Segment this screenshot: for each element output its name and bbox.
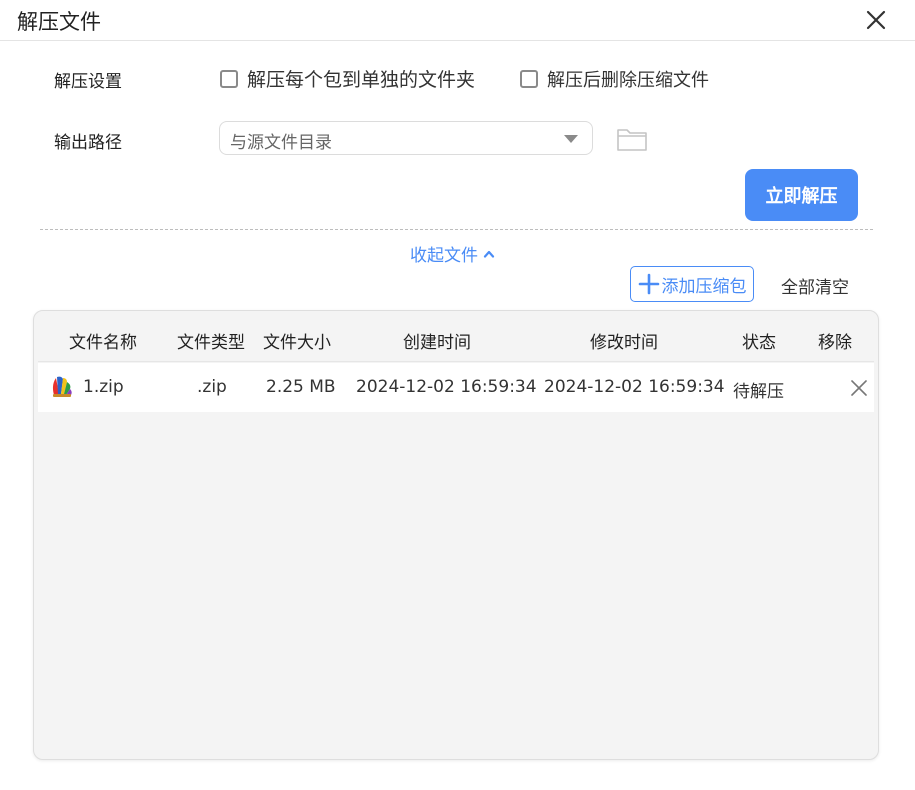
separate-folder-checkbox[interactable]: 解压每个包到单独的文件夹	[220, 65, 475, 92]
cell-modified: 2024-12-02 16:59:34	[544, 377, 725, 397]
add-archive-button[interactable]: 添加压缩包	[630, 266, 754, 302]
clear-all-button[interactable]: 全部清空	[781, 273, 849, 298]
folder-icon	[617, 129, 647, 151]
header-name: 文件名称	[69, 333, 137, 353]
cell-status: 待解压	[733, 382, 784, 402]
header-size: 文件大小	[263, 333, 331, 353]
output-path-value: 与源文件目录	[230, 133, 332, 153]
checkbox-box[interactable]	[220, 69, 238, 88]
header-modified: 修改时间	[590, 333, 658, 353]
plus-icon	[638, 273, 659, 295]
caret-down-icon	[564, 135, 578, 143]
separate-folder-label: 解压每个包到单独的文件夹	[247, 69, 476, 91]
remove-row-button[interactable]	[849, 378, 869, 398]
close-icon	[851, 380, 867, 396]
cell-size: 2.25 MB	[266, 377, 336, 397]
header-created: 创建时间	[403, 333, 471, 353]
extract-now-button[interactable]: 立即解压	[745, 169, 858, 221]
header-remove: 移除	[818, 333, 852, 353]
cell-type: .zip	[197, 377, 227, 397]
collapse-files-toggle[interactable]: 收起文件	[410, 241, 495, 266]
close-button[interactable]	[861, 5, 891, 35]
browse-folder-button[interactable]	[616, 126, 648, 152]
close-icon	[866, 10, 886, 30]
output-path-select[interactable]: 与源文件目录	[219, 121, 593, 155]
header-divider	[38, 361, 874, 362]
output-path-label: 输出路径	[54, 133, 122, 153]
title-bar: 解压文件	[0, 0, 915, 41]
cell-name: 1.zip	[83, 377, 124, 397]
header-status: 状态	[742, 333, 776, 353]
window-title: 解压文件	[17, 10, 101, 34]
add-archive-label: 添加压缩包	[661, 276, 747, 297]
chevron-up-icon	[483, 250, 495, 258]
delete-after-checkbox[interactable]: 解压后删除压缩文件	[520, 66, 709, 92]
file-table: 文件名称 文件类型 文件大小 创建时间 修改时间 状态 移除 1.zip .zi…	[33, 310, 879, 760]
header-type: 文件类型	[177, 333, 245, 353]
table-row[interactable]: 1.zip .zip 2.25 MB 2024-12-02 16:59:34 2…	[38, 363, 874, 412]
collapse-files-label: 收起文件	[410, 246, 478, 266]
zip-archive-icon	[52, 376, 72, 397]
section-divider	[40, 229, 873, 230]
settings-label: 解压设置	[54, 72, 122, 92]
cell-created: 2024-12-02 16:59:34	[356, 377, 537, 397]
checkbox-box[interactable]	[520, 70, 538, 88]
delete-after-label: 解压后删除压缩文件	[547, 70, 709, 91]
